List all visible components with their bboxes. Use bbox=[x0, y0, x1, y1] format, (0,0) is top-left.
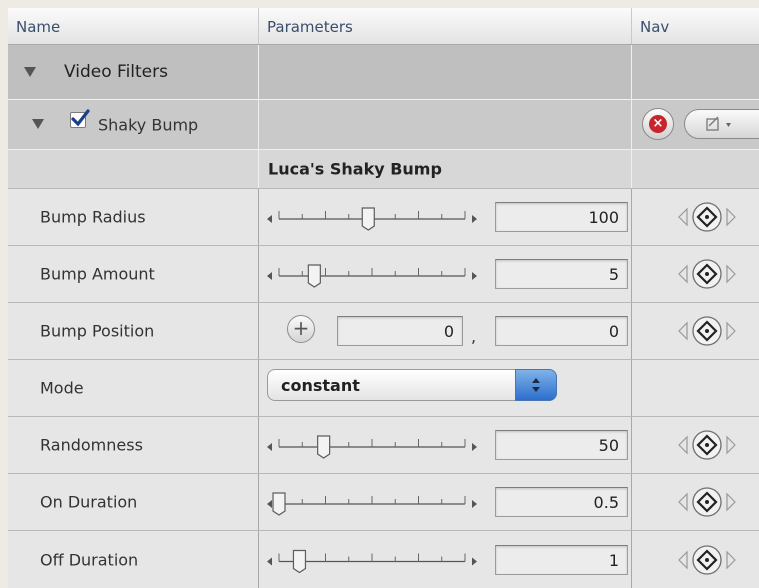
param-row-off-duration: Off Duration 1 bbox=[8, 531, 759, 588]
mode-popup-menu[interactable]: constant bbox=[267, 369, 557, 401]
param-row-randomness: Randomness 50 bbox=[8, 417, 759, 474]
param-slider[interactable] bbox=[265, 246, 485, 302]
checkmark-icon bbox=[71, 109, 90, 127]
keyframe-diamond-icon[interactable] bbox=[667, 484, 747, 520]
video-filters-group-row: Video Filters bbox=[8, 45, 759, 100]
param-value-field[interactable]: 100 bbox=[495, 202, 628, 232]
popup-arrows-icon bbox=[515, 369, 557, 401]
crosshair-plus-icon[interactable]: + bbox=[287, 315, 315, 343]
disclosure-triangle-icon[interactable] bbox=[32, 119, 44, 129]
keyframe-diamond-icon[interactable] bbox=[667, 542, 747, 578]
video-filters-label: Video Filters bbox=[64, 62, 168, 82]
filter-title-row: Luca's Shaky Bump bbox=[8, 150, 759, 189]
param-row-mode: Mode constant bbox=[8, 360, 759, 417]
position-separator: , bbox=[471, 327, 477, 346]
keyframe-diamond-icon[interactable] bbox=[667, 427, 747, 463]
param-label: Bump Radius bbox=[40, 207, 146, 227]
keyframe-diamond-icon[interactable] bbox=[667, 256, 747, 292]
param-label: Randomness bbox=[40, 435, 143, 455]
param-label: On Duration bbox=[40, 492, 138, 512]
param-slider[interactable] bbox=[265, 417, 485, 473]
param-slider[interactable] bbox=[265, 531, 485, 588]
shaky-bump-name-cell: Shaky Bump bbox=[8, 100, 259, 149]
param-slider[interactable] bbox=[265, 189, 485, 245]
param-value-field[interactable]: 0.5 bbox=[495, 487, 628, 517]
video-filters-name-cell: Video Filters bbox=[8, 45, 259, 99]
slider-thumb bbox=[292, 549, 307, 574]
enable-checkbox[interactable] bbox=[70, 109, 90, 128]
reset-x-icon[interactable]: × bbox=[642, 108, 674, 140]
param-label: Bump Position bbox=[40, 321, 155, 341]
edit-menu-icon bbox=[706, 116, 731, 131]
slider-thumb bbox=[272, 492, 286, 516]
name-column-header[interactable]: Name bbox=[8, 8, 259, 44]
param-value-field[interactable]: 50 bbox=[495, 430, 628, 460]
slider-thumb bbox=[361, 207, 375, 231]
slider-thumb bbox=[317, 435, 331, 459]
filters-panel: Name Parameters Nav Video Filters Shaky … bbox=[8, 8, 759, 588]
nav-column-header[interactable]: Nav bbox=[632, 8, 759, 44]
param-row-bump-position: Bump Position + 0 , 0 bbox=[8, 303, 759, 360]
shaky-bump-filter-row: Shaky Bump × bbox=[8, 100, 759, 150]
name-header-label: Name bbox=[16, 18, 61, 36]
param-label: Off Duration bbox=[40, 550, 139, 569]
keyframe-diamond-icon[interactable] bbox=[667, 313, 747, 349]
slider-thumb bbox=[307, 264, 321, 288]
filter-title: Luca's Shaky Bump bbox=[268, 159, 442, 179]
mode-selected-value: constant bbox=[281, 376, 360, 395]
parameters-header-label: Parameters bbox=[267, 18, 353, 36]
param-slider[interactable] bbox=[265, 474, 485, 530]
filter-actions-menu-button[interactable] bbox=[684, 109, 759, 139]
keyframe-diamond-icon[interactable] bbox=[667, 199, 747, 235]
parameters-column-header[interactable]: Parameters bbox=[259, 8, 632, 44]
param-value-field[interactable]: 1 bbox=[495, 544, 628, 575]
column-header-row: Name Parameters Nav bbox=[8, 8, 759, 45]
param-value-field[interactable]: 5 bbox=[495, 259, 628, 289]
param-row-on-duration: On Duration 0.5 bbox=[8, 474, 759, 531]
position-x-field[interactable]: 0 bbox=[337, 316, 463, 346]
position-y-field[interactable]: 0 bbox=[495, 316, 628, 346]
shaky-bump-label: Shaky Bump bbox=[98, 115, 199, 134]
param-row-bump-radius: Bump Radius 100 bbox=[8, 189, 759, 246]
param-row-bump-amount: Bump Amount 5 bbox=[8, 246, 759, 303]
param-label: Bump Amount bbox=[40, 264, 155, 284]
disclosure-triangle-icon[interactable] bbox=[24, 67, 36, 77]
reset-x-glyph: × bbox=[649, 115, 667, 133]
nav-header-label: Nav bbox=[640, 18, 670, 36]
param-label: Mode bbox=[40, 378, 84, 398]
